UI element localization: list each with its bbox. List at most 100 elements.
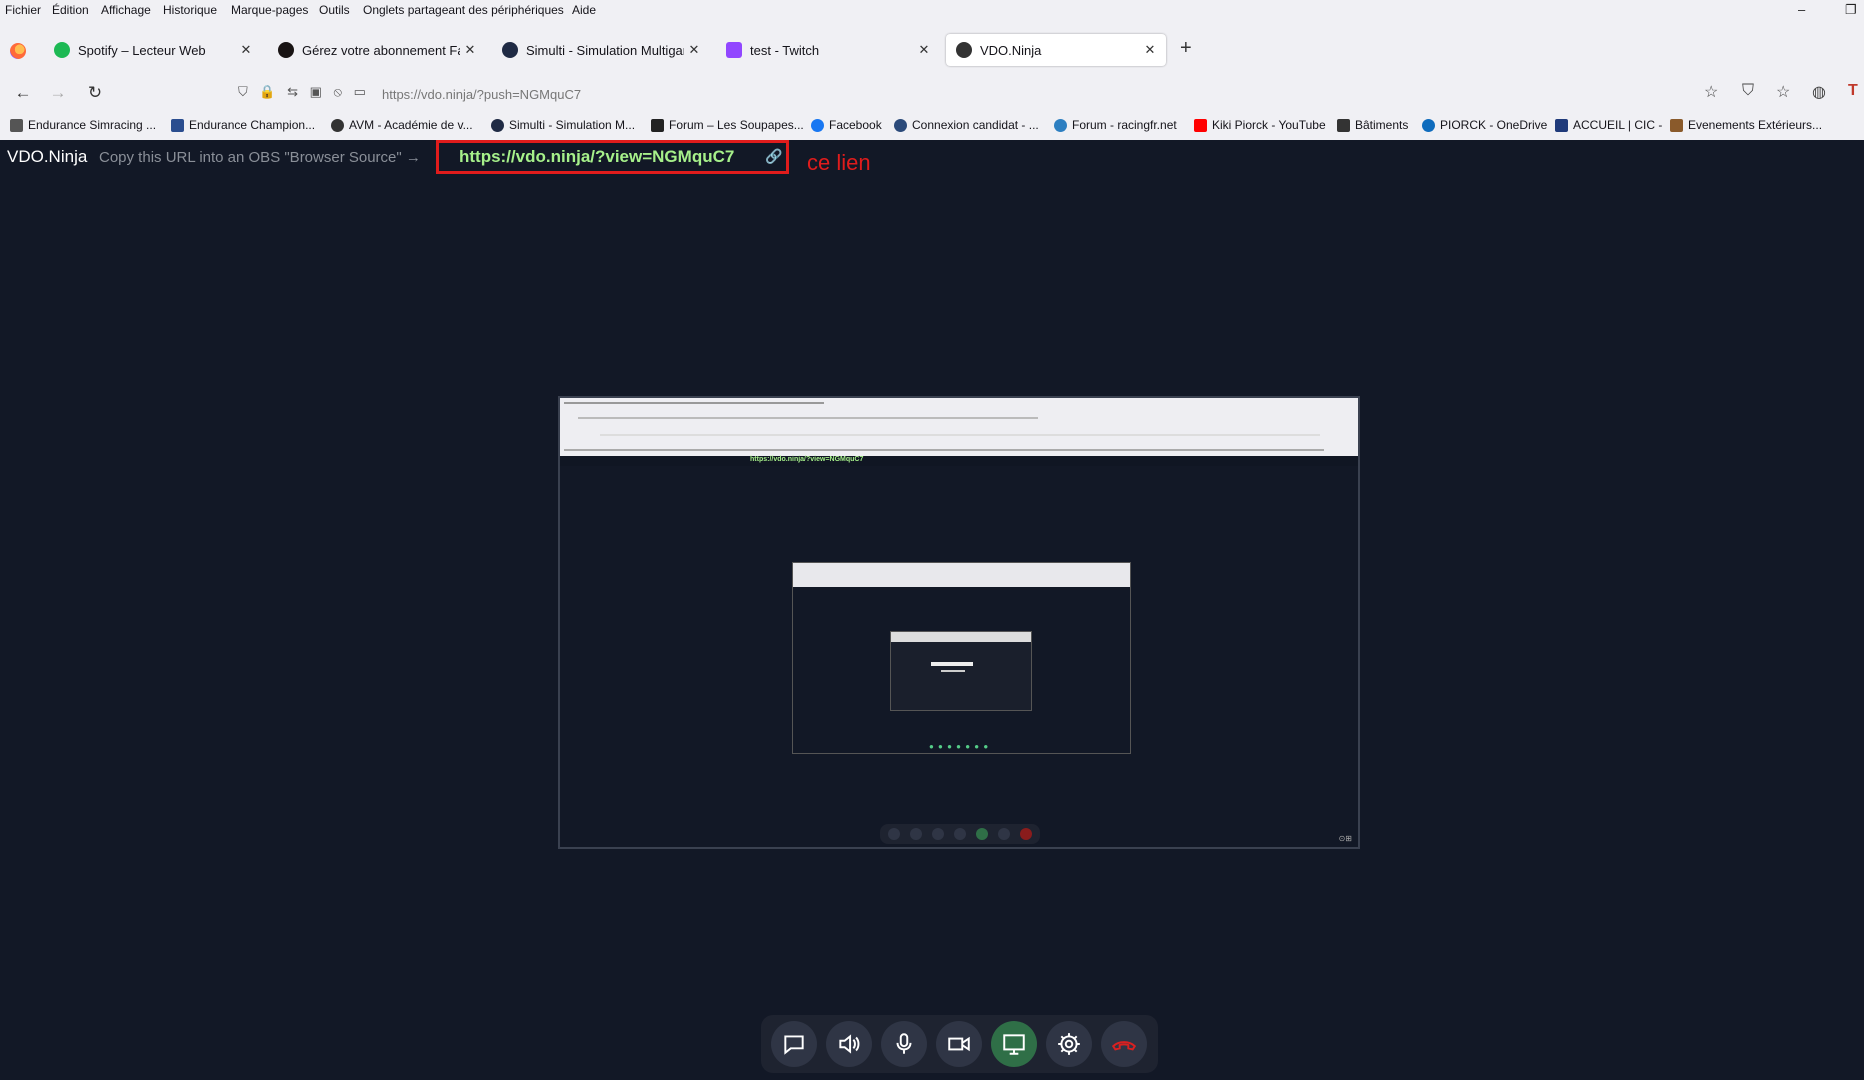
minimize-icon[interactable]: – <box>1798 2 1805 17</box>
tab-vdo-ninja[interactable]: VDO.Ninja ✕ <box>946 34 1166 66</box>
close-icon[interactable]: ✕ <box>236 42 256 58</box>
bookmark-simulti[interactable]: Simulti - Simulation M... <box>491 118 635 132</box>
menu-marque-pages[interactable]: Marque-pages <box>231 3 308 17</box>
preview-nested-frame: ● ● ● ● ● ● ● <box>792 562 1131 754</box>
bookmark-cic[interactable]: ACCUEIL | CIC - <box>1555 118 1662 132</box>
bookmark-facebook[interactable]: Facebook <box>811 118 882 132</box>
share-link-highlight: https://vdo.ninja/?view=NGMquC7 🔗 <box>436 140 789 174</box>
browser-chrome: Fichier Édition Affichage Historique Mar… <box>0 0 1864 140</box>
bookmark-endurance-simracing[interactable]: Endurance Simracing ... <box>10 118 156 132</box>
spotify-icon <box>278 42 294 58</box>
new-tab-button[interactable]: + <box>1180 37 1192 60</box>
racingfr-icon <box>1054 118 1067 132</box>
tab-twitch[interactable]: test - Twitch ✕ <box>716 34 940 66</box>
tab-spotify[interactable]: Spotify – Lecteur Web ✕ <box>44 34 262 66</box>
hangup-icon <box>1111 1041 1137 1051</box>
chat-icon <box>784 1035 804 1055</box>
copy-link-icon[interactable]: 🔗 <box>765 148 782 165</box>
tab-simulti[interactable]: Simulti - Simulation Multigaming ✕ <box>492 34 710 66</box>
close-icon[interactable]: ✕ <box>684 42 704 58</box>
tab-title: VDO.Ninja <box>980 42 1042 58</box>
annotation-label: ce lien <box>807 150 871 175</box>
bookmarks-icon[interactable]: ☆ <box>1776 82 1790 102</box>
screen-share-icon <box>1003 1034 1025 1055</box>
tab-title: Simulti - Simulation Multigaming <box>526 42 684 58</box>
bookmark-onedrive[interactable]: PIORCK - OneDrive <box>1422 118 1547 132</box>
camera-icon <box>948 1036 970 1052</box>
microphone-button[interactable] <box>881 1021 927 1067</box>
menu-aide[interactable]: Aide <box>572 3 596 17</box>
back-button[interactable]: ← <box>12 82 34 104</box>
screen-share-button[interactable] <box>991 1021 1037 1067</box>
forward-button[interactable]: → <box>47 82 69 104</box>
cic-icon <box>1555 118 1568 132</box>
event-icon <box>1670 118 1683 132</box>
address-bar[interactable]: ⛉ 🔒 ⇆ ▣ ⦸ ▭ ☆ <box>232 78 1718 108</box>
twitch-icon <box>726 42 742 58</box>
facebook-icon <box>811 118 824 132</box>
video-preview[interactable]: https://vdo.ninja/?view=NGMquC7 ● ● ● ● … <box>558 396 1360 849</box>
spotify-icon <box>54 42 70 58</box>
tab-title: Spotify – Lecteur Web <box>78 42 206 58</box>
menu-historique[interactable]: Historique <box>163 3 217 17</box>
preview-nested-frame-2 <box>890 631 1032 711</box>
close-icon[interactable]: ✕ <box>460 42 480 58</box>
youtube-icon <box>1194 118 1207 132</box>
vdo-ninja-icon <box>956 42 972 58</box>
preview-corner-icons: ⊙⊞ <box>1338 834 1352 843</box>
url-input[interactable] <box>380 82 1284 106</box>
obs-instruction: Copy this URL into an OBS "Browser Sourc… <box>99 149 421 166</box>
menu-outils[interactable]: Outils <box>319 3 350 17</box>
tools-icon <box>10 118 23 132</box>
vdo-brand: VDO.Ninja <box>7 147 88 166</box>
gear-icon <box>1058 1033 1080 1055</box>
pocket-icon[interactable]: ⛉ <box>1742 82 1754 100</box>
avm-icon <box>331 118 344 132</box>
bookmark-youtube[interactable]: Kiki Piorck - YouTube <box>1194 118 1326 132</box>
preview-share-link: https://vdo.ninja/?view=NGMquC7 <box>750 456 864 463</box>
tab-abonnement[interactable]: Gérez votre abonnement Famille ✕ <box>268 34 486 66</box>
chat-button[interactable] <box>771 1021 817 1067</box>
simulti-icon <box>502 42 518 58</box>
menu-affichage[interactable]: Affichage <box>101 3 151 17</box>
close-icon[interactable]: ✕ <box>914 42 934 58</box>
site-permission-icons[interactable]: ⛉ 🔒 ⇆ ▣ ⦸ ▭ <box>238 84 370 100</box>
vdo-ninja-page: VDO.Ninja Copy this URL into an OBS "Bro… <box>0 140 1864 1080</box>
bookmark-avm[interactable]: AVM - Académie de v... <box>331 118 473 132</box>
preview-browser-chrome <box>560 398 1358 456</box>
camera-button[interactable] <box>936 1021 982 1067</box>
simulti-icon <box>491 118 504 132</box>
bookmark-racingfr[interactable]: Forum - racingfr.net <box>1054 118 1177 132</box>
extension-icon[interactable]: ◍ <box>1812 82 1826 102</box>
restore-icon[interactable]: ❐ <box>1845 2 1857 18</box>
bookmark-evenements[interactable]: Evenements Extérieurs... <box>1670 118 1822 132</box>
bookmark-endurance-champion[interactable]: Endurance Champion... <box>171 118 315 132</box>
bookmarks-bar: Endurance Simracing ... Endurance Champi… <box>0 116 1864 138</box>
settings-button[interactable] <box>1046 1021 1092 1067</box>
tab-bar: Spotify – Lecteur Web ✕ Gérez votre abon… <box>0 30 1864 70</box>
candidate-icon <box>894 118 907 132</box>
onedrive-icon <box>1422 118 1435 132</box>
speaker-button[interactable] <box>826 1021 872 1067</box>
preview-controls <box>880 824 1040 844</box>
menu-bar: Fichier Édition Affichage Historique Mar… <box>0 0 1864 20</box>
translate-icon[interactable]: T <box>1848 82 1858 100</box>
forum-icon <box>651 118 664 132</box>
tab-title: test - Twitch <box>750 42 820 58</box>
bookmark-forum-soupapes[interactable]: Forum – Les Soupapes... <box>651 118 804 132</box>
bookmark-connexion-candidat[interactable]: Connexion candidat - ... <box>894 118 1039 132</box>
fia-icon <box>171 118 184 132</box>
menu-fichier[interactable]: Fichier <box>5 3 41 17</box>
bookmark-star-icon[interactable]: ☆ <box>1704 82 1718 102</box>
menu-edition[interactable]: Édition <box>52 3 89 17</box>
hangup-button[interactable] <box>1101 1021 1147 1067</box>
tab-title: Gérez votre abonnement Famille <box>302 42 460 58</box>
share-link[interactable]: https://vdo.ninja/?view=NGMquC7 <box>459 147 734 167</box>
close-icon[interactable]: ✕ <box>1140 42 1160 58</box>
control-bar <box>761 1015 1158 1073</box>
reload-button[interactable]: ↻ <box>84 82 106 104</box>
tools-icon <box>1337 118 1350 132</box>
bookmark-batiments[interactable]: Bâtiments <box>1337 118 1408 132</box>
speaker-icon <box>839 1034 860 1054</box>
menu-onglets-partageant[interactable]: Onglets partageant des périphériques <box>363 3 564 17</box>
